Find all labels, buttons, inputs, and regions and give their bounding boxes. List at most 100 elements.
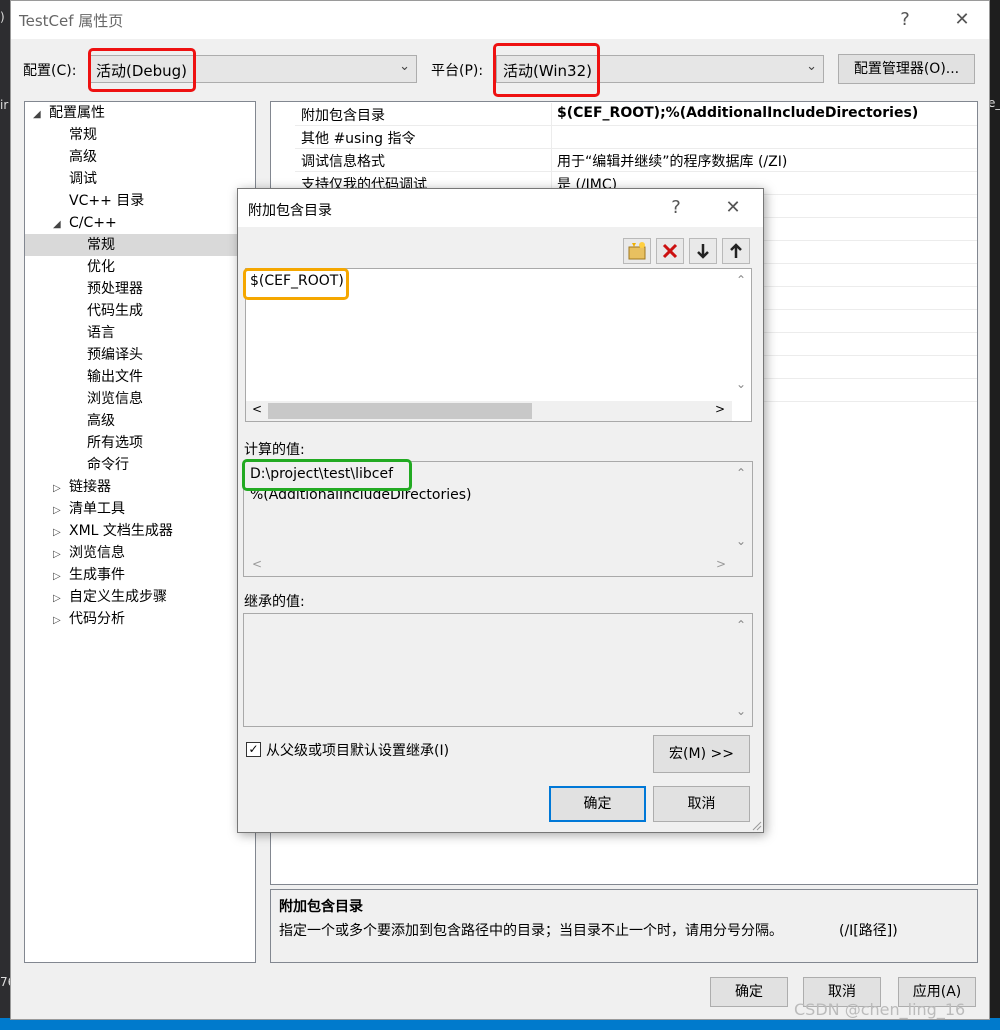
property-row[interactable]: 其他 #using 指令 bbox=[295, 126, 977, 149]
chevron-right-icon[interactable]: > bbox=[716, 557, 726, 571]
category-tree: ◢ 配置属性 常规 高级 调试 VC++ 目录 ◢ C/C++ 常规 优化 预处理器 代码生成 语言 预编… bbox=[24, 101, 256, 963]
resize-grip-icon[interactable] bbox=[750, 819, 762, 831]
dialog-ok-button[interactable]: 确定 bbox=[549, 786, 646, 822]
tree-item[interactable]: 预处理器 bbox=[25, 278, 255, 300]
property-value: $(CEF_ROOT);%(AdditionalIncludeDirectori… bbox=[557, 105, 919, 121]
tree-item[interactable]: 输出文件 bbox=[25, 366, 255, 388]
tree-item[interactable]: ▷ 链接器 bbox=[25, 476, 255, 498]
tree-item-label: 命令行 bbox=[87, 457, 129, 473]
move-down-icon[interactable] bbox=[689, 238, 717, 264]
tree-item[interactable]: 浏览信息 bbox=[25, 388, 255, 410]
tree-item-label: 自定义生成步骤 bbox=[69, 589, 167, 605]
tree-item-label: VC++ 目录 bbox=[69, 193, 145, 209]
tree-item[interactable]: 高级 bbox=[25, 410, 255, 432]
collapsed-arrow-icon[interactable]: ▷ bbox=[53, 478, 69, 500]
dialog-title: 附加包含目录 bbox=[248, 203, 332, 219]
horizontal-scrollbar[interactable]: < > bbox=[246, 401, 732, 421]
collapsed-arrow-icon[interactable]: ▷ bbox=[53, 500, 69, 522]
tree-item-label: 代码分析 bbox=[69, 611, 125, 627]
inherit-checkbox[interactable]: ✓ bbox=[246, 742, 261, 757]
tree-item-label: C/C++ bbox=[69, 215, 117, 231]
inherited-label: 继承的值: bbox=[244, 594, 305, 610]
tree-item[interactable]: 常规 bbox=[25, 124, 255, 146]
inherited-values-box: ⌃ ⌄ bbox=[243, 613, 753, 727]
scrollbar-thumb[interactable] bbox=[268, 403, 532, 419]
tree-item-label: 预处理器 bbox=[87, 281, 143, 297]
help-icon[interactable]: ? bbox=[891, 7, 919, 33]
tree-item-label: 代码生成 bbox=[87, 303, 143, 319]
tree-item-label: 生成事件 bbox=[69, 567, 125, 583]
tree-item[interactable]: 预编译头 bbox=[25, 344, 255, 366]
tree-item[interactable]: 调试 bbox=[25, 168, 255, 190]
tree-item[interactable]: ▷ 浏览信息 bbox=[25, 542, 255, 564]
tree-item-label: 高级 bbox=[69, 149, 97, 165]
tree-item[interactable]: 命令行 bbox=[25, 454, 255, 476]
description-switch: (/I[路径]) bbox=[839, 923, 898, 939]
tree-item[interactable]: ▷ 生成事件 bbox=[25, 564, 255, 586]
computed-label: 计算的值: bbox=[244, 442, 305, 458]
property-row[interactable]: 附加包含目录 $(CEF_ROOT);%(AdditionalIncludeDi… bbox=[295, 103, 977, 126]
collapsed-arrow-icon[interactable]: ▷ bbox=[53, 566, 69, 588]
property-row[interactable]: 调试信息格式 用于“编辑并继续”的程序数据库 (/ZI) bbox=[295, 149, 977, 172]
chevron-left-icon[interactable]: < bbox=[252, 557, 262, 571]
description-panel: 附加包含目录 指定一个或多个要添加到包含路径中的目录；当目录不止一个时，请用分号… bbox=[270, 889, 978, 963]
help-icon[interactable]: ? bbox=[662, 195, 690, 221]
tree-item-label: 常规 bbox=[69, 127, 97, 143]
config-manager-button[interactable]: 配置管理器(O)... bbox=[838, 54, 975, 84]
tree-item[interactable]: ◢ C/C++ bbox=[25, 212, 255, 234]
ok-button[interactable]: 确定 bbox=[710, 977, 788, 1007]
highlight-box-red bbox=[493, 43, 600, 97]
tree-item-label: 所有选项 bbox=[87, 435, 143, 451]
tree-item-label: 浏览信息 bbox=[87, 391, 143, 407]
property-value: 用于“编辑并继续”的程序数据库 (/ZI) bbox=[557, 154, 788, 170]
property-name: 调试信息格式 bbox=[301, 154, 385, 170]
collapsed-arrow-icon[interactable]: ▷ bbox=[53, 610, 69, 632]
new-line-icon[interactable] bbox=[623, 238, 651, 264]
tree-item[interactable]: ▷ 自定义生成步骤 bbox=[25, 586, 255, 608]
tree-item-label: 清单工具 bbox=[69, 501, 125, 517]
tree-item-label: 常规 bbox=[87, 237, 115, 253]
tree-item[interactable]: ▷ XML 文档生成器 bbox=[25, 520, 255, 542]
expanded-arrow-icon[interactable]: ◢ bbox=[53, 214, 69, 236]
move-up-icon[interactable] bbox=[722, 238, 750, 264]
window-title: TestCef 属性页 bbox=[19, 12, 124, 30]
description-text: 指定一个或多个要添加到包含路径中的目录；当目录不止一个时，请用分号分隔。 bbox=[279, 923, 783, 939]
delete-icon[interactable] bbox=[656, 238, 684, 264]
tree-item-label: 优化 bbox=[87, 259, 115, 275]
tree-item[interactable]: ◢ 配置属性 bbox=[25, 102, 255, 124]
dialog-cancel-button[interactable]: 取消 bbox=[653, 786, 750, 822]
tree-item[interactable]: 所有选项 bbox=[25, 432, 255, 454]
bg-text-fragment: ir bbox=[0, 98, 9, 112]
bg-text-fragment: ) bbox=[0, 10, 5, 24]
tree-item-label: 浏览信息 bbox=[69, 545, 125, 561]
chevron-right-icon[interactable]: > bbox=[715, 402, 725, 416]
tree-item[interactable]: 代码生成 bbox=[25, 300, 255, 322]
close-icon[interactable]: ✕ bbox=[719, 195, 747, 221]
collapsed-arrow-icon[interactable]: ▷ bbox=[53, 588, 69, 610]
tree-item[interactable]: 优化 bbox=[25, 256, 255, 278]
tree-item[interactable]: ▷ 清单工具 bbox=[25, 498, 255, 520]
tree-item[interactable]: 常规 bbox=[25, 234, 255, 256]
tree-item[interactable]: ▷ 代码分析 bbox=[25, 608, 255, 630]
tree-item-label: 语言 bbox=[87, 325, 115, 341]
config-label: 配置(C): bbox=[23, 63, 77, 79]
chevron-down-icon: ⌄ bbox=[399, 59, 410, 74]
tree-item-label: 调试 bbox=[69, 171, 97, 187]
inherit-checkbox-label[interactable]: 从父级或项目默认设置继承(I) bbox=[266, 740, 449, 760]
expanded-arrow-icon[interactable]: ◢ bbox=[33, 104, 49, 126]
tree-item-label: 高级 bbox=[87, 413, 115, 429]
tree-item[interactable]: 高级 bbox=[25, 146, 255, 168]
collapsed-arrow-icon[interactable]: ▷ bbox=[53, 522, 69, 544]
close-icon[interactable]: ✕ bbox=[948, 7, 976, 33]
description-title: 附加包含目录 bbox=[279, 899, 363, 915]
tree-item[interactable]: VC++ 目录 bbox=[25, 190, 255, 212]
property-name: 附加包含目录 bbox=[301, 108, 385, 124]
macros-button[interactable]: 宏(M) >> bbox=[653, 735, 750, 773]
chevron-down-icon: ⌄ bbox=[806, 59, 817, 74]
ide-background-left bbox=[0, 0, 10, 1030]
tree-item-label: XML 文档生成器 bbox=[69, 523, 173, 539]
tree-item[interactable]: 语言 bbox=[25, 322, 255, 344]
collapsed-arrow-icon[interactable]: ▷ bbox=[53, 544, 69, 566]
platform-label: 平台(P): bbox=[431, 63, 484, 79]
chevron-left-icon[interactable]: < bbox=[252, 402, 262, 416]
